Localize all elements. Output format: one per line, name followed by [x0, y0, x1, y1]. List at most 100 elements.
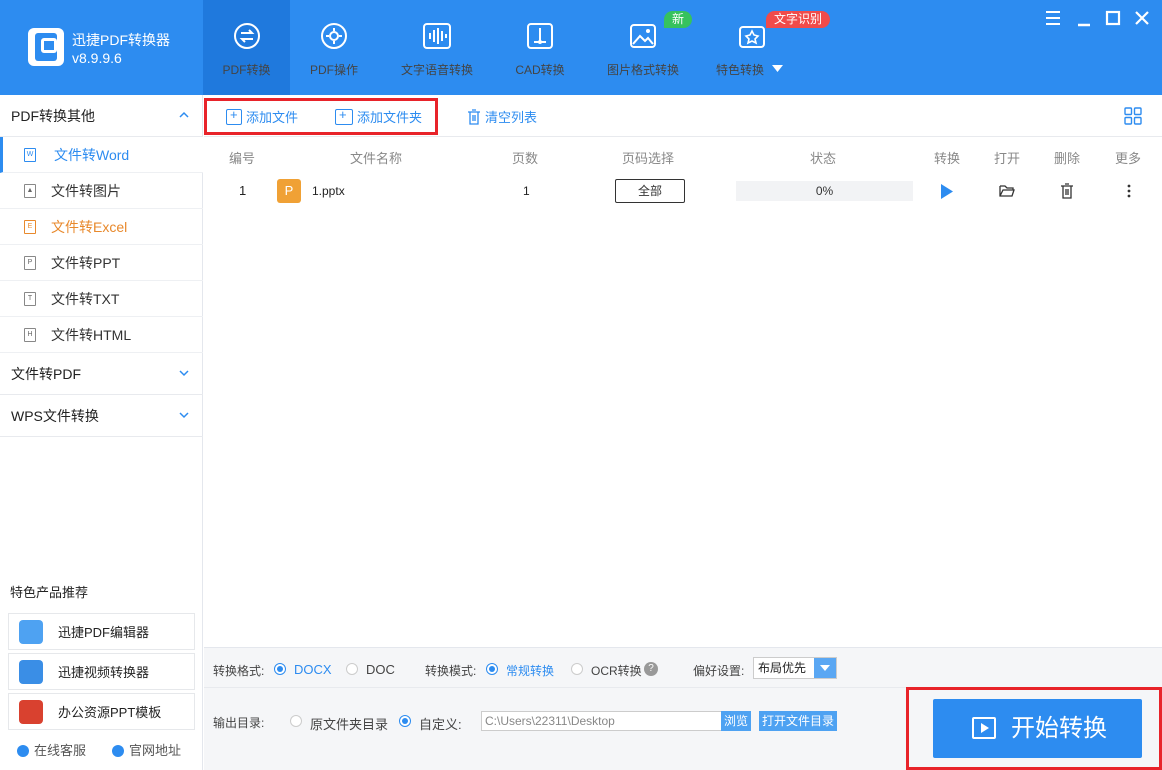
- row-pages: 1: [523, 184, 530, 198]
- maximize-icon[interactable]: [1104, 9, 1122, 27]
- title-bar: 迅捷PDF转换器 v8.9.9.6 PDF转换 PDF操作 文字语音转换 CAD…: [0, 0, 1162, 95]
- page-select-button[interactable]: 全部: [615, 179, 685, 203]
- txt-file-icon: T: [24, 292, 36, 306]
- ocr-badge: 文字识别: [766, 11, 831, 28]
- output-label: 输出目录:: [213, 716, 265, 730]
- item-label: 文件转Excel: [51, 219, 128, 235]
- minimize-icon[interactable]: [1075, 9, 1093, 27]
- format-docx-label: DOCX: [294, 662, 332, 677]
- folder-open-icon[interactable]: [999, 184, 1015, 198]
- radio-docx[interactable]: [274, 663, 286, 675]
- button-label: 清空列表: [485, 110, 538, 125]
- start-label: 开始转换: [1011, 715, 1107, 742]
- recommend-video-converter[interactable]: 迅捷视频转换器: [8, 653, 195, 690]
- item-label: 文件转PPT: [51, 255, 121, 271]
- preference-value: 布局优先: [758, 661, 807, 675]
- tab-label: PDF转换: [222, 63, 271, 77]
- online-service-link[interactable]: 在线客服: [17, 740, 86, 759]
- clear-list-button[interactable]: 清空列表: [467, 107, 537, 126]
- audio-wave-icon: [423, 23, 451, 49]
- pdf-editor-icon: [19, 620, 43, 644]
- col-more: 更多: [1115, 151, 1142, 166]
- dropdown-arrow-icon: [814, 658, 836, 678]
- col-delete: 删除: [1054, 151, 1081, 166]
- pdf-convert-icon: [233, 23, 260, 49]
- sidebar-item-to-image[interactable]: ▲ 文件转图片: [0, 173, 203, 209]
- tab-label: 文字语音转换: [400, 63, 473, 77]
- delete-icon[interactable]: [1060, 183, 1074, 199]
- tab-text-speech[interactable]: 文字语音转换: [388, 0, 486, 95]
- excel-file-icon: E: [24, 220, 36, 234]
- more-icon[interactable]: [1127, 184, 1131, 198]
- ie-icon: [112, 745, 124, 757]
- tab-label: 特色转换: [716, 61, 794, 78]
- app-logo: [28, 28, 64, 66]
- format-doc-label: DOC: [366, 662, 395, 677]
- table-header: 编号 文件名称 页数 页码选择 状态 转换 打开 删除 更多: [204, 137, 1162, 173]
- item-label: 文件转Word: [54, 147, 130, 163]
- image-icon: [630, 24, 656, 48]
- col-convert: 转换: [934, 151, 961, 166]
- official-site-link[interactable]: 官网地址: [112, 740, 181, 759]
- open-dir-button[interactable]: 打开文件目录: [759, 711, 838, 731]
- sidebar-item-to-excel[interactable]: E 文件转Excel: [0, 209, 203, 245]
- tab-cad[interactable]: CAD转换: [500, 0, 580, 95]
- pptx-file-icon: P: [277, 179, 301, 203]
- app-version: v8.9.9.6: [72, 50, 122, 66]
- browse-button[interactable]: 浏览: [721, 711, 752, 731]
- html-file-icon: H: [24, 328, 36, 342]
- tab-label: CAD转换: [515, 63, 565, 77]
- radio-normal-mode[interactable]: [486, 663, 498, 675]
- source-dir-label: 原文件夹目录: [310, 717, 389, 732]
- sidebar-item-to-ppt[interactable]: P 文件转PPT: [0, 245, 203, 281]
- pdf-gear-icon: [321, 23, 347, 49]
- tab-label: PDF操作: [309, 63, 358, 77]
- sidebar-group-to-pdf[interactable]: 文件转PDF: [0, 353, 203, 395]
- col-pages: 页数: [512, 151, 539, 166]
- word-file-icon: W: [24, 148, 36, 162]
- recommend-label: 迅捷PDF编辑器: [58, 625, 150, 640]
- tab-label: 图片格式转换: [606, 63, 679, 77]
- start-convert-button[interactable]: 开始转换: [933, 699, 1142, 758]
- recommend-ppt-template[interactable]: 办公资源PPT模板: [8, 693, 195, 730]
- options-bar: 转换格式: DOCX DOC 转换模式: 常规转换 OCR转换 ? 偏好设置: …: [204, 647, 1162, 687]
- group-label: PDF转换其他: [11, 108, 95, 124]
- sidebar-group-pdf-other[interactable]: PDF转换其他: [0, 95, 203, 137]
- chevron-down-icon: [179, 412, 189, 419]
- output-path-input[interactable]: C:\Users\22311\Desktop: [481, 711, 722, 731]
- col-page-select: 页码选择: [622, 151, 675, 166]
- col-index: 编号: [229, 151, 256, 166]
- play-icon[interactable]: [940, 184, 954, 199]
- radio-source-dir[interactable]: [290, 715, 302, 727]
- radio-ocr-mode[interactable]: [571, 663, 583, 675]
- item-label: 文件转图片: [51, 183, 121, 199]
- sidebar-item-to-word[interactable]: W 文件转Word: [0, 137, 203, 173]
- grid-view-icon[interactable]: [1124, 107, 1142, 125]
- caret-down-icon: [772, 65, 784, 72]
- help-icon[interactable]: ?: [644, 662, 658, 676]
- pref-label: 偏好设置:: [693, 664, 745, 678]
- radio-doc[interactable]: [346, 663, 358, 675]
- tab-pdf-operate[interactable]: PDF操作: [290, 0, 378, 95]
- highlight-box-add: [204, 98, 438, 135]
- progress-bar: 0%: [736, 181, 913, 201]
- mode-normal-label: 常规转换: [506, 664, 555, 678]
- radio-custom-dir[interactable]: [399, 715, 411, 727]
- mode-ocr-label: OCR转换: [591, 664, 642, 678]
- close-icon[interactable]: [1133, 9, 1151, 27]
- tab-label-text: 特色转换: [716, 63, 765, 77]
- progress-text: 0%: [815, 184, 834, 198]
- recommend-pdf-editor[interactable]: 迅捷PDF编辑器: [8, 613, 195, 650]
- preference-select[interactable]: 布局优先: [753, 657, 837, 679]
- recommend-title: 特色产品推荐: [10, 585, 89, 600]
- sidebar-item-to-txt[interactable]: T 文件转TXT: [0, 281, 203, 317]
- col-filename: 文件名称: [350, 151, 403, 166]
- service-icon: [17, 745, 29, 757]
- sidebar-item-to-html[interactable]: H 文件转HTML: [0, 317, 203, 353]
- sidebar-group-wps[interactable]: WPS文件转换: [0, 395, 203, 437]
- table-row[interactable]: 1 P 1.pptx 1 全部 0%: [204, 175, 1162, 207]
- main-panel: 添加文件 添加文件夹 清空列表 编号 文件名称 页数 页码选择 状态 转换 打开…: [204, 95, 1162, 770]
- tab-pdf-convert[interactable]: PDF转换: [203, 0, 290, 95]
- footer-label: 在线客服: [34, 743, 87, 758]
- menu-icon[interactable]: [1044, 9, 1062, 27]
